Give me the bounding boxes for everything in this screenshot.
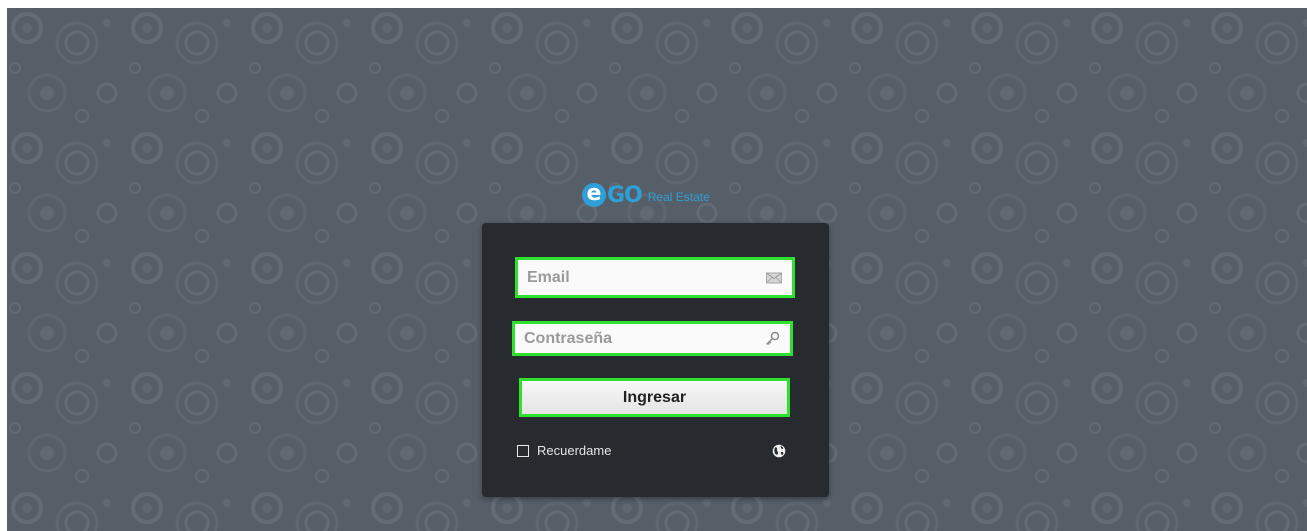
page-background: e GO Real Estate Ingresar bbox=[7, 8, 1307, 531]
remember-label: Recuerdame bbox=[537, 443, 612, 458]
logo-e-mark: e bbox=[582, 183, 606, 207]
password-field[interactable] bbox=[512, 321, 793, 356]
login-submit-button[interactable]: Ingresar bbox=[519, 378, 790, 417]
login-panel: Ingresar Recuerdame bbox=[482, 223, 829, 497]
envelope-icon bbox=[766, 272, 782, 283]
logo-go-text: GO bbox=[607, 182, 643, 208]
globe-icon[interactable] bbox=[772, 444, 786, 458]
email-input[interactable] bbox=[518, 260, 792, 295]
key-icon bbox=[764, 331, 780, 347]
ego-logo: e GO Real Estate bbox=[582, 178, 710, 212]
password-input[interactable] bbox=[515, 324, 790, 353]
logo-subtitle: Real Estate bbox=[647, 189, 710, 204]
remember-checkbox[interactable] bbox=[517, 444, 529, 457]
remember-me[interactable]: Recuerdame bbox=[517, 443, 611, 458]
email-field[interactable] bbox=[515, 257, 795, 298]
